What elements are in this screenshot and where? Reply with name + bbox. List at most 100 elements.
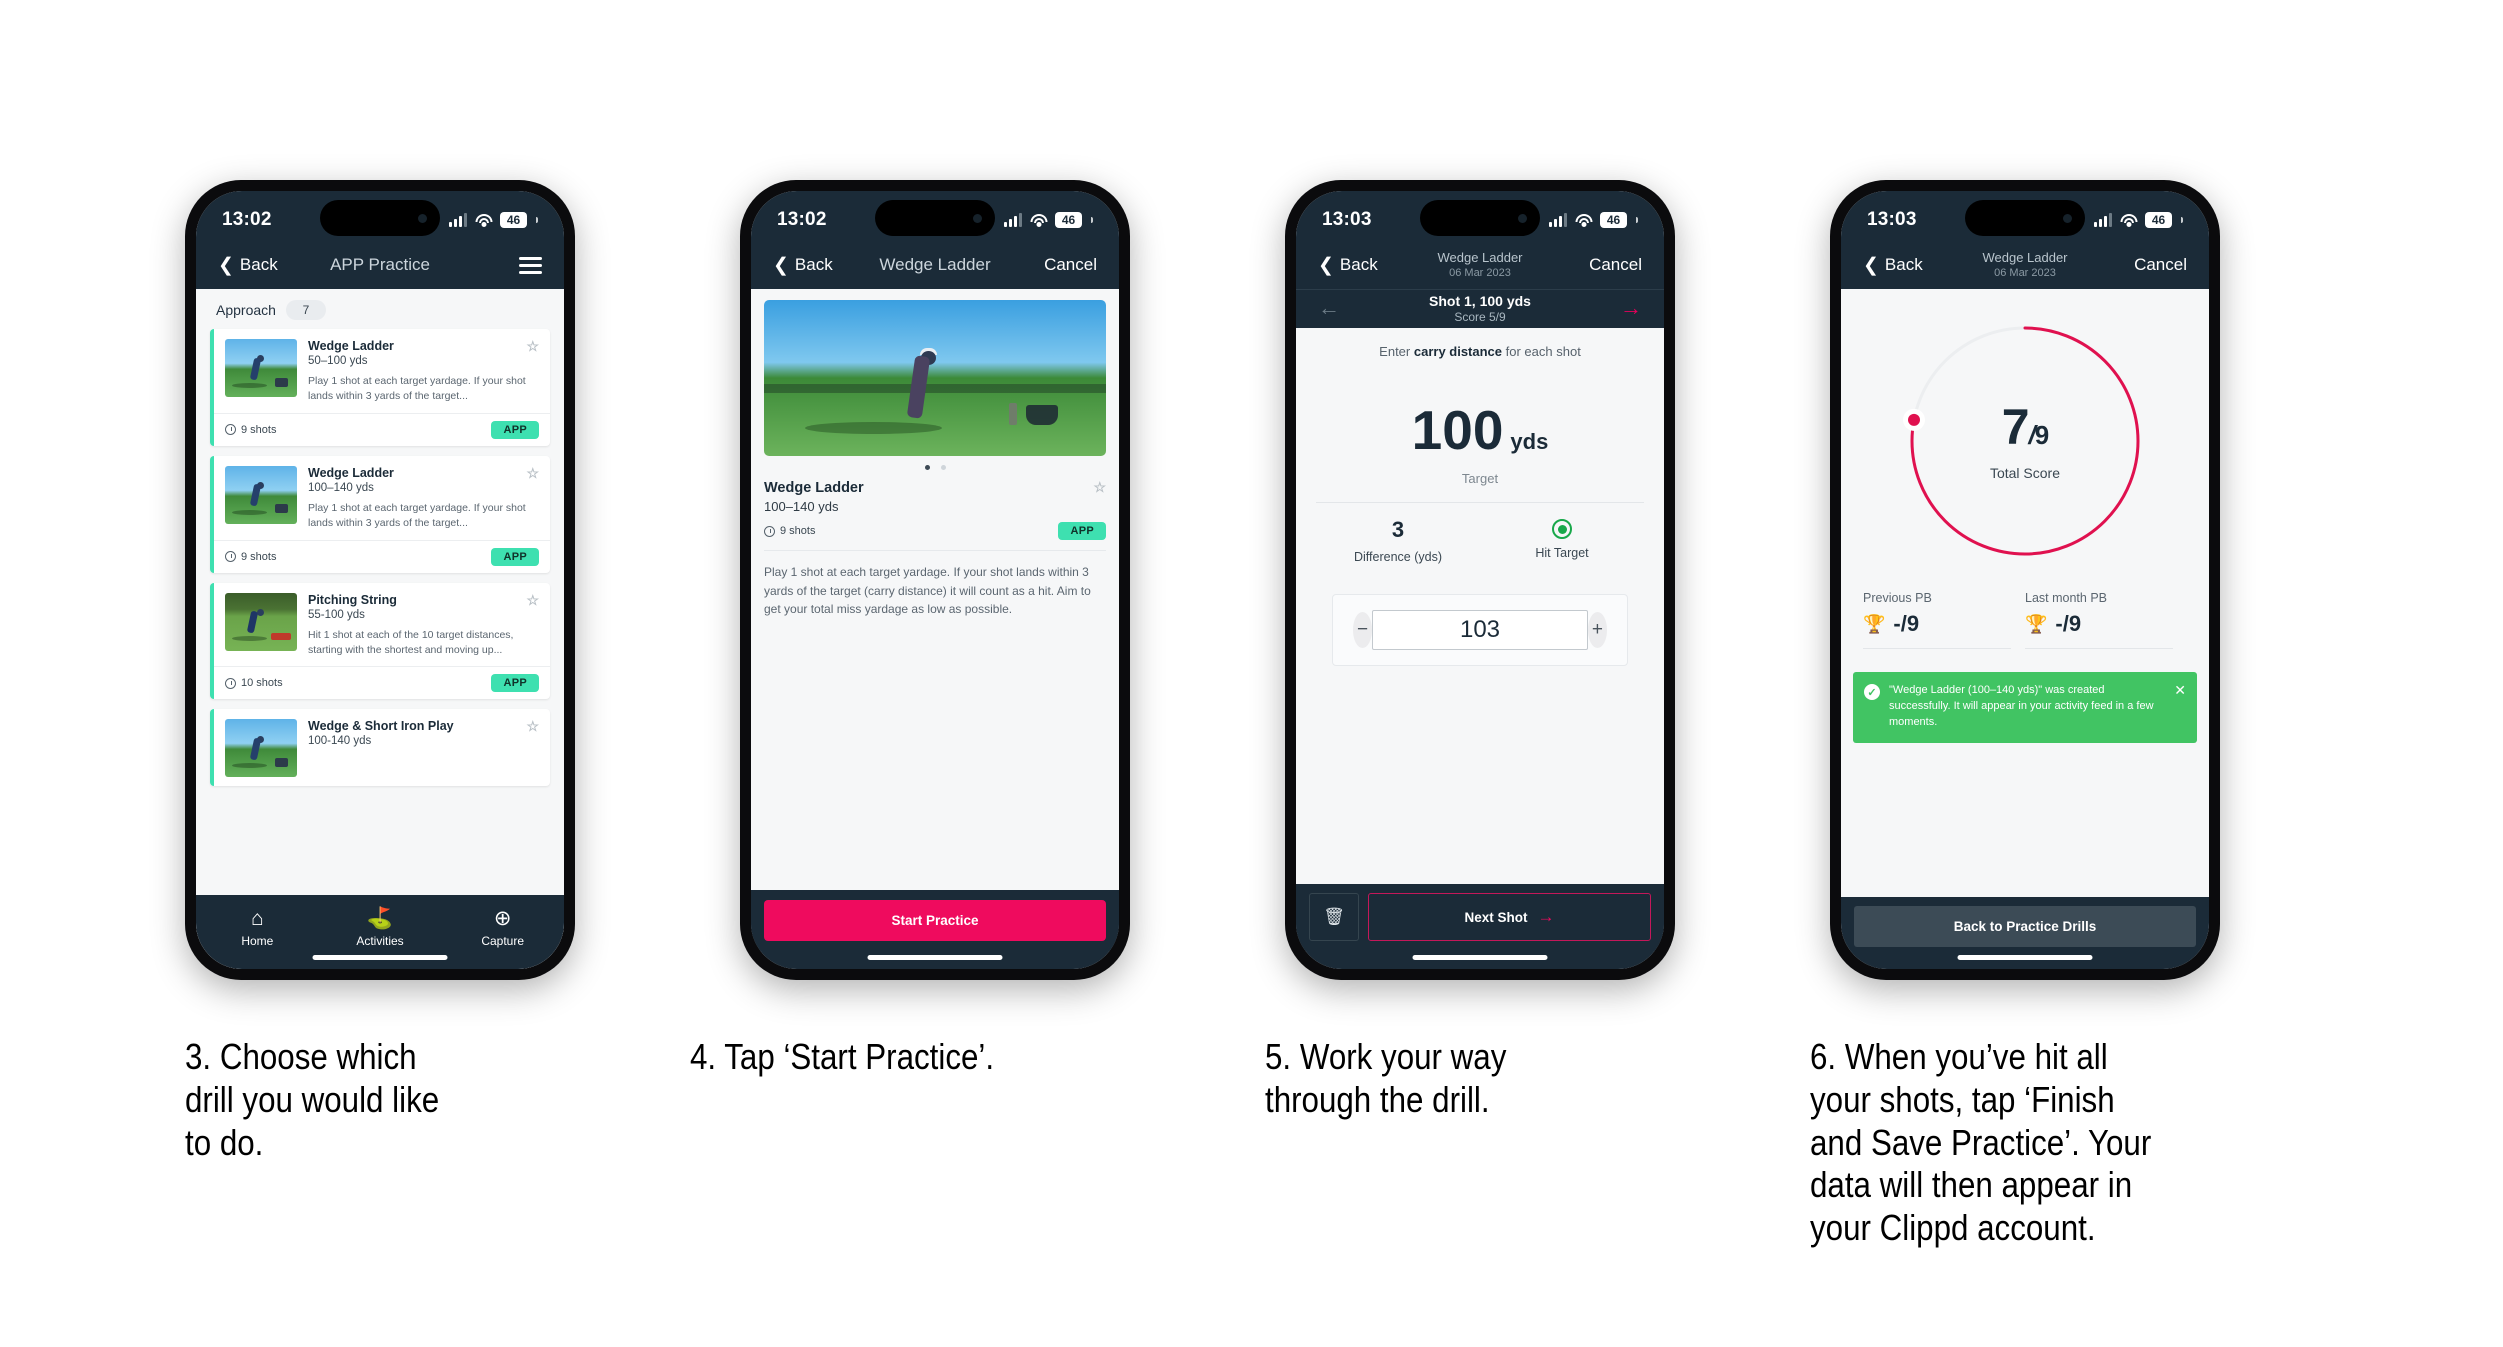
- phone-2-drill-detail: 13:02 46 ❮ Back Wedge Ladder Cancel Wedg…: [740, 180, 1130, 980]
- star-outline-icon[interactable]: ☆: [1093, 480, 1106, 494]
- clock-icon: [225, 551, 236, 563]
- front-camera-icon: [1518, 213, 1527, 223]
- cellular-bars-icon: [1549, 213, 1567, 227]
- start-practice-button[interactable]: Start Practice: [764, 900, 1106, 941]
- battery-level: 46: [1600, 212, 1627, 228]
- target-distance: 100 yds: [1316, 403, 1644, 458]
- status-bar: 13:03 46: [1841, 191, 2209, 249]
- last-month-pb: Last month PB 🏆 -/9: [2025, 591, 2187, 649]
- check-circle-icon: ✓: [1864, 684, 1880, 700]
- arrow-right-icon[interactable]: →: [1620, 297, 1642, 319]
- drill-hero-image[interactable]: [764, 300, 1106, 456]
- target-unit: yds: [1510, 429, 1549, 454]
- drill-yardage: 50–100 yds: [308, 355, 368, 367]
- previous-pb-value: -/9: [1893, 611, 1920, 636]
- star-outline-icon[interactable]: ☆: [526, 593, 539, 607]
- score-label: Total Score: [1989, 464, 2061, 481]
- home-indicator: [312, 955, 448, 960]
- plus-circle-icon: ⊕: [493, 907, 512, 930]
- sidebar-item-activities[interactable]: ⛳ Activities: [319, 906, 442, 948]
- bottom-action-area: 🗑 Next Shot →: [1296, 884, 1664, 969]
- shot-footer-bar: 🗑 Next Shot →: [1296, 884, 1664, 951]
- drill-card[interactable]: Wedge Ladder ☆ 50–100 yds Play 1 shot at…: [210, 329, 550, 446]
- back-button[interactable]: ❮ Back: [218, 255, 278, 275]
- star-outline-icon[interactable]: ☆: [526, 339, 539, 353]
- battery-level: 46: [1055, 212, 1082, 228]
- wifi-icon: [475, 213, 492, 227]
- drill-card-footer: 9 shots APP: [214, 539, 550, 573]
- menu-button[interactable]: [519, 256, 542, 274]
- delete-shot-button[interactable]: 🗑: [1309, 893, 1359, 941]
- drill-list-body[interactable]: Approach 7 Wedge Ladder ☆ 50–100 yds Pla…: [196, 289, 564, 969]
- battery-level: 46: [2145, 212, 2172, 228]
- status-time: 13:02: [222, 209, 272, 230]
- difference-label: Difference (yds): [1354, 550, 1442, 565]
- drill-card[interactable]: Wedge Ladder ☆ 100–140 yds Play 1 shot a…: [210, 455, 550, 573]
- cancel-button[interactable]: Cancel: [2134, 255, 2187, 275]
- drill-category-tag: APP: [491, 547, 539, 566]
- drill-shots-label: 9 shots: [241, 550, 277, 563]
- drill-title: Wedge & Short Iron Play: [308, 719, 454, 734]
- back-button[interactable]: ❮ Back: [1863, 255, 1923, 275]
- bottom-action-area: Back to Practice Drills: [1841, 897, 2209, 969]
- back-button[interactable]: ❮ Back: [773, 255, 833, 275]
- golf-flag-icon: ⛳: [366, 907, 394, 930]
- sidebar-item-capture[interactable]: ⊕ Capture: [441, 906, 564, 948]
- sidebar-item-home[interactable]: ⌂ Home: [196, 906, 319, 948]
- close-icon[interactable]: ✕: [2174, 683, 2186, 697]
- section-count-chip: 7: [285, 300, 326, 320]
- drill-yardage: 100–140 yds: [764, 499, 839, 514]
- cancel-button[interactable]: Cancel: [1589, 255, 1642, 275]
- score-ring: 7/9 Total Score: [1901, 317, 2149, 565]
- wifi-icon: [1030, 213, 1047, 227]
- status-time: 13:02: [777, 209, 827, 230]
- previous-pb-value-row: 🏆 -/9: [1863, 611, 2011, 649]
- caption-step-3: 3. Choose which drill you would like to …: [185, 1036, 440, 1163]
- next-shot-label: Next Shot: [1464, 909, 1528, 925]
- trash-icon: 🗑: [1323, 907, 1345, 926]
- clock-icon: [764, 525, 775, 537]
- drill-title: Wedge Ladder: [308, 465, 394, 480]
- drill-title-row: Wedge & Short Iron Play ☆: [308, 719, 539, 733]
- next-shot-button[interactable]: Next Shot →: [1368, 893, 1651, 941]
- back-to-practice-drills-button[interactable]: Back to Practice Drills: [1854, 906, 2196, 947]
- drill-shots-label: 10 shots: [241, 677, 283, 690]
- nav-bar: ❮ Back Wedge Ladder 06 Mar 2023 Cancel: [1841, 249, 2209, 289]
- arrow-left-icon[interactable]: ←: [1318, 297, 1340, 319]
- star-outline-icon[interactable]: ☆: [526, 719, 539, 733]
- stepper-increment-button[interactable]: +: [1587, 612, 1607, 649]
- drill-shots: 10 shots: [225, 677, 283, 689]
- home-icon: ⌂: [250, 907, 264, 930]
- status-bar: 13:02 46: [196, 191, 564, 249]
- drill-yardage: 55-100 yds: [308, 608, 365, 621]
- drill-category-tag: APP: [491, 674, 539, 693]
- drill-description: Play 1 shot at each target yardage. If y…: [308, 501, 526, 529]
- drill-card-text: Wedge Ladder ☆ 100–140 yds Play 1 shot a…: [308, 466, 539, 531]
- trophy-icon: 🏆: [1863, 614, 1886, 634]
- star-outline-icon[interactable]: ☆: [526, 466, 539, 480]
- drill-shots: 9 shots: [225, 424, 276, 436]
- carousel-dots[interactable]: [764, 456, 1106, 480]
- front-camera-icon: [2063, 213, 2072, 223]
- drill-card[interactable]: Pitching String ☆ 55-100 yds Hit 1 shot …: [210, 582, 550, 700]
- drill-card-text: Wedge & Short Iron Play ☆ 100-140 yds: [308, 719, 539, 777]
- front-camera-icon: [418, 213, 427, 223]
- score-center: 7/9 Total Score: [1901, 317, 2149, 565]
- carry-distance-input[interactable]: [1372, 610, 1588, 651]
- back-button[interactable]: ❮ Back: [1318, 255, 1378, 275]
- chevron-left-icon: ❮: [1318, 254, 1334, 276]
- drill-card[interactable]: Wedge & Short Iron Play ☆ 100-140 yds: [210, 709, 550, 787]
- section-title: Approach: [216, 302, 276, 318]
- status-indicators: 46: [1004, 212, 1093, 228]
- arrow-right-icon: →: [1537, 907, 1555, 926]
- drill-card-main: Wedge & Short Iron Play ☆ 100-140 yds: [214, 709, 550, 786]
- back-label: Back: [794, 255, 833, 274]
- stepper-decrement-button[interactable]: −: [1353, 612, 1373, 649]
- drill-thumbnail: [225, 465, 297, 524]
- summary-body: 7/9 Total Score Previous PB 🏆 -/9 Last m…: [1841, 289, 2209, 897]
- cancel-button[interactable]: Cancel: [1044, 255, 1097, 275]
- status-time: 13:03: [1322, 209, 1372, 230]
- home-indicator: [867, 955, 1003, 960]
- phone-4-summary: 13:03 46 ❮ Back Wedge Ladder 06 Mar 2023: [1830, 180, 2220, 980]
- target-label: Target: [1461, 471, 1499, 486]
